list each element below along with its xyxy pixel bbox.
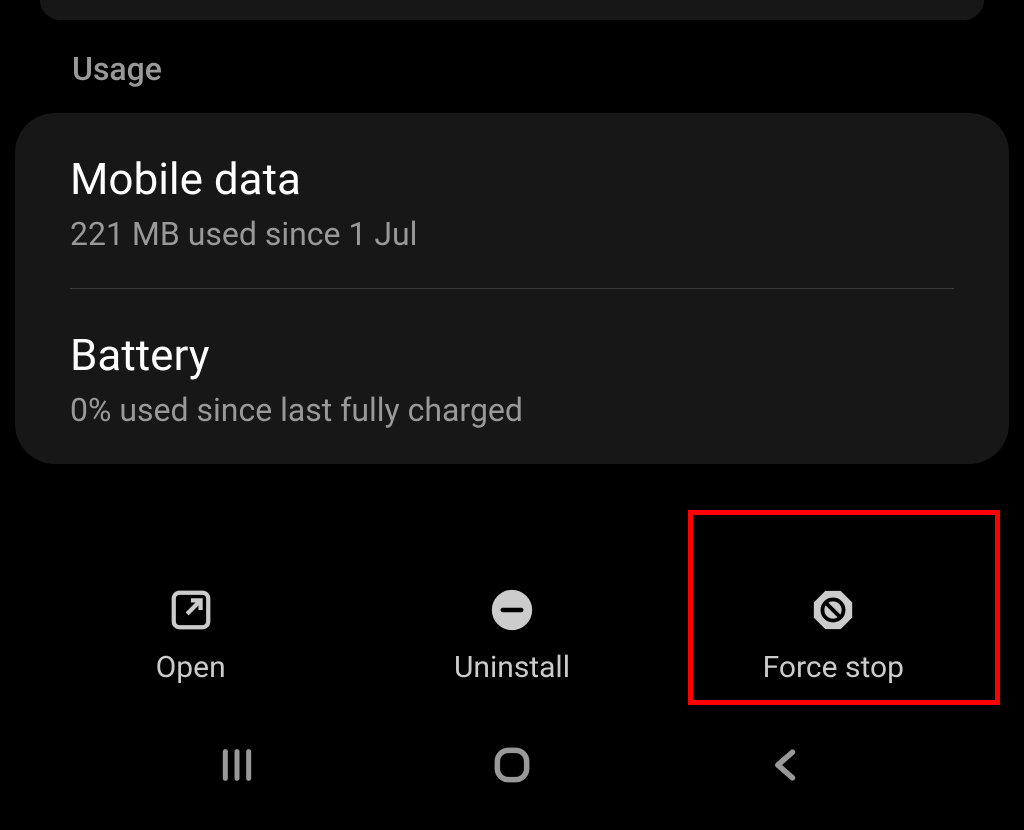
battery-subtitle: 0% used since last fully charged (70, 391, 954, 429)
mobile-data-subtitle: 221 MB used since 1 Jul (70, 215, 954, 253)
open-icon (166, 585, 216, 635)
mobile-data-title: Mobile data (70, 153, 954, 205)
uninstall-button[interactable]: Uninstall (362, 570, 662, 700)
back-icon (765, 743, 809, 787)
back-button[interactable] (737, 735, 837, 795)
stop-icon (808, 585, 858, 635)
usage-card: Mobile data 221 MB used since 1 Jul Batt… (15, 113, 1009, 464)
uninstall-label: Uninstall (454, 650, 570, 685)
recents-icon (217, 745, 257, 785)
open-button[interactable]: Open (41, 570, 341, 700)
battery-item[interactable]: Battery 0% used since last fully charged (15, 289, 1009, 464)
force-stop-button[interactable]: Force stop (683, 570, 983, 700)
force-stop-label: Force stop (763, 650, 904, 685)
navigation-bar (0, 730, 1024, 800)
action-bar: Open Uninstall Force stop (0, 570, 1024, 700)
minus-circle-icon (487, 585, 537, 635)
mobile-data-item[interactable]: Mobile data 221 MB used since 1 Jul (15, 113, 1009, 288)
top-partial-card (40, 0, 984, 20)
home-button[interactable] (462, 735, 562, 795)
battery-title: Battery (70, 329, 954, 381)
section-header-usage: Usage (0, 20, 1024, 113)
home-icon (490, 743, 534, 787)
recents-button[interactable] (187, 735, 287, 795)
open-label: Open (156, 650, 226, 685)
